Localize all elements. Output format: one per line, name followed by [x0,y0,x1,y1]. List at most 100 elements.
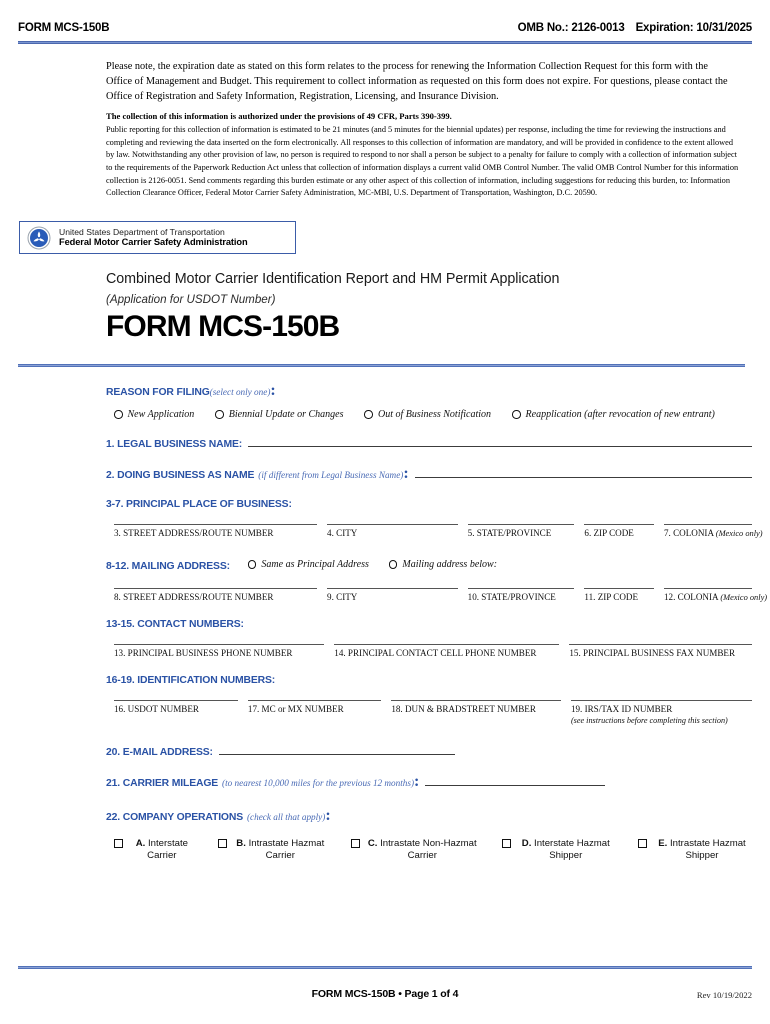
dot-seal-icon [27,226,51,249]
field-dun-bradstreet-number[interactable]: 18. DUN & BRADSTREET NUMBER [391,700,561,724]
field-state-province-principal[interactable]: 5. STATE/PROVINCE [467,524,575,540]
radio-circle-icon[interactable] [215,410,224,419]
email-address-input[interactable] [218,743,455,755]
radio-label: Out of Business Notification [377,409,492,420]
checkbox-interstate-hazmat-shipper[interactable]: D. Interstate Hazmat Shipper [501,837,616,863]
checkbox-square-icon[interactable] [217,838,227,848]
field-underline[interactable] [467,587,575,589]
checkbox-label: Intrastate Hazmat Carrier [248,837,325,862]
field-caption: 15. PRINCIPAL BUSINESS FAX NUMBER [569,648,736,658]
company-operations-note: (check all that apply) [247,811,326,822]
radio-same-as-principal[interactable]: Same as Principal Address [247,559,369,570]
checkbox-square-icon[interactable] [114,838,123,848]
legal-business-name-field[interactable]: 1. LEGAL BUSINESS NAME: [106,435,752,450]
field-underline[interactable] [327,524,458,525]
checkbox-letter: B. [236,837,246,849]
radio-label: Reapplication (after revocation of new e… [525,409,715,420]
field-zip-code-principal[interactable]: 6. ZIP CODE [584,524,654,540]
expiration-notice: Please note, the expiration date as stat… [106,61,728,103]
checkbox-square-icon[interactable] [637,838,647,848]
field-caption: 4. CITY [327,528,358,538]
field-street-address-principal[interactable]: 3. STREET ADDRESS/ROUTE NUMBER [114,524,318,540]
field-street-address-mailing[interactable]: 8. STREET ADDRESS/ROUTE NUMBER [114,587,318,604]
reason-for-filing-note: (select only one) [209,387,271,397]
form-title: Combined Motor Carrier Identification Re… [106,271,560,287]
field-underline[interactable] [327,587,458,589]
field-underline[interactable] [114,524,318,525]
carrier-mileage-field[interactable]: 21. CARRIER MILEAGE (to nearest 10,000 m… [106,773,752,791]
field-zip-code-mailing[interactable]: 11. ZIP CODE [584,587,654,604]
section-divider-top [18,364,745,367]
field-business-fax[interactable]: 15. PRINCIPAL BUSINESS FAX NUMBER [569,644,753,659]
agency-administration: Federal Motor Carrier Safety Administrat… [59,237,248,248]
radio-reapplication[interactable]: Reapplication (after revocation of new e… [512,409,715,420]
email-address-field[interactable]: 20. E-MAIL ADDRESS: [106,743,752,758]
field-irs-tax-id-number[interactable]: 19. IRS/TAX ID NUMBER (see instructions … [570,700,752,725]
header-form-id: FORM MCS-150B [18,22,110,34]
field-business-phone[interactable]: 13. PRINCIPAL BUSINESS PHONE NUMBER [114,644,325,659]
principal-place-heading: 3-7. PRINCIPAL PLACE OF BUSINESS: [106,499,292,510]
field-colonia-principal[interactable]: 7. COLONIA (Mexico only) [664,524,763,540]
field-underline[interactable] [569,644,753,645]
checkbox-interstate-carrier[interactable]: A. Interstate Carrier [114,838,196,863]
field-underline[interactable] [584,587,654,589]
field-underline[interactable] [664,524,752,525]
field-city-mailing[interactable]: 9. CITY [327,587,458,604]
field-city-principal[interactable]: 4. CITY [327,524,458,540]
footer-page-label: FORM MCS-150B • Page 1 of 4 [311,988,459,1000]
company-operations-label: 22. COMPANY OPERATIONS [106,811,243,823]
field-underline[interactable] [114,587,318,589]
checkbox-label: Interstate Hazmat Shipper [534,837,610,862]
radio-circle-icon[interactable] [512,410,521,419]
legal-business-name-input[interactable] [248,435,752,447]
field-contact-cell-phone[interactable]: 14. PRINCIPAL CONTACT CELL PHONE NUMBER [334,644,560,659]
field-caption: 5. STATE/PROVINCE [467,528,552,538]
checkbox-intrastate-hazmat-shipper[interactable]: E. Intrastate Hazmat Shipper [637,837,752,863]
agency-department: United States Department of Transportati… [59,226,225,237]
radio-circle-icon[interactable] [247,560,257,569]
field-colonia-mailing[interactable]: 12. COLONIA (Mexico only) [664,587,767,604]
field-caption-note: (Mexico only) [720,592,768,602]
field-underline[interactable] [114,700,238,702]
field-underline[interactable] [334,644,560,645]
field-mc-mx-number[interactable]: 17. MC or MX NUMBER [247,700,382,724]
radio-new-application[interactable]: New Application [114,409,194,420]
field-underline[interactable] [584,524,654,525]
mailing-address-row: 8. STREET ADDRESS/ROUTE NUMBER 9. CITY 1… [106,587,767,604]
field-underline[interactable] [570,700,752,702]
radio-circle-icon[interactable] [114,410,123,419]
contact-numbers-row: 13. PRINCIPAL BUSINESS PHONE NUMBER 14. … [106,644,753,659]
field-state-province-mailing[interactable]: 10. STATE/PROVINCE [467,587,575,604]
radio-circle-icon[interactable] [388,560,398,569]
checkbox-label: Intrastate Hazmat Shipper [670,837,746,862]
radio-mailing-address-below[interactable]: Mailing address below: [388,559,497,570]
field-underline[interactable] [664,587,752,589]
reason-for-filing-options: New Application Biennial Update or Chang… [106,409,752,420]
mailing-address-heading-row: 8-12. MAILING ADDRESS: Same as Principal… [106,556,752,574]
field-underline[interactable] [467,524,575,525]
checkbox-intrastate-non-hazmat-carrier[interactable]: C. Intrastate Non-Hazmat Carrier [350,837,480,863]
radio-out-of-business[interactable]: Out of Business Notification [364,409,491,420]
company-operations-heading: 22. COMPANY OPERATIONS (check all that a… [106,806,331,824]
contact-numbers-heading: 13-15. CONTACT NUMBERS: [106,619,244,630]
doing-business-as-field[interactable]: 2. DOING BUSINESS AS NAME (if different … [106,465,752,483]
field-underline[interactable] [247,700,382,702]
email-address-label: 20. E-MAIL ADDRESS: [106,746,213,758]
mailing-address-options: Same as Principal Address Mailing addres… [247,559,517,570]
field-usdot-number[interactable]: 16. USDOT NUMBER [114,700,238,724]
principal-place-row: 3. STREET ADDRESS/ROUTE NUMBER 4. CITY 5… [106,524,763,540]
radio-biennial-update[interactable]: Biennial Update or Changes [215,409,343,420]
checkbox-square-icon[interactable] [350,838,360,848]
radio-circle-icon[interactable] [364,410,373,419]
field-underline[interactable] [391,700,561,702]
checkbox-square-icon[interactable] [501,838,511,848]
radio-label: Biennial Update or Changes [228,409,344,420]
doing-business-as-input[interactable] [414,466,752,478]
carrier-mileage-label: 21. CARRIER MILEAGE [106,777,219,789]
carrier-mileage-input[interactable] [425,774,606,786]
agency-identity-box: United States Department of Transportati… [19,221,296,254]
checkbox-label: Intrastate Non-Hazmat Carrier [380,837,477,862]
field-underline[interactable] [114,644,325,645]
field-caption: 19. IRS/TAX ID NUMBER [570,704,673,715]
checkbox-intrastate-hazmat-carrier[interactable]: B. Intrastate Hazmat Carrier [217,837,329,863]
